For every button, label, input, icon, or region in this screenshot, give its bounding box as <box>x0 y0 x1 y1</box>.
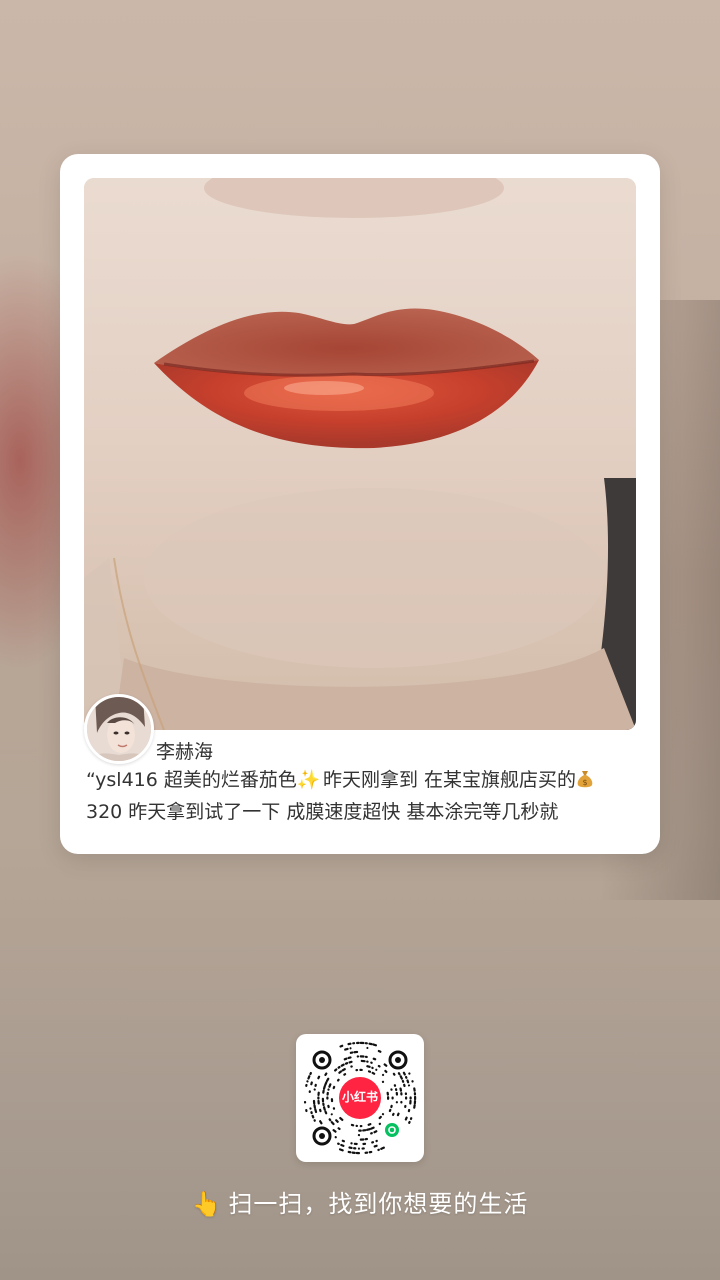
sparkles-icon: ✨ <box>296 769 321 791</box>
qr-code[interactable]: 小红书 <box>296 1034 424 1162</box>
note-caption: “ysl416 超美的烂番茄色✨ 昨天刚拿到 在某宝旗舰店买的 $ 320 昨天拿… <box>86 764 646 828</box>
caption-line-2: 320 昨天拿到试了一下 成膜速度超快 基本涂完等几秒就 <box>86 801 559 823</box>
caption-text-1b: 昨天刚拿到 在某宝旗舰店买的 <box>316 769 576 791</box>
author-avatar[interactable] <box>84 694 154 764</box>
pointing-hand-icon: 👆 <box>191 1190 223 1218</box>
note-photo <box>84 178 636 730</box>
scan-prompt-text: 扫一扫，找到你想要的生活 <box>228 1190 529 1218</box>
svg-text:$: $ <box>582 778 587 787</box>
author-name[interactable]: 李赫海 <box>156 737 213 764</box>
scan-prompt: 👆 扫一扫，找到你想要的生活 <box>0 1184 720 1219</box>
caption-text-1a: “ysl416 超美的烂番茄色 <box>86 769 297 791</box>
caption-line-1: “ysl416 超美的烂番茄色✨ 昨天刚拿到 在某宝旗舰店买的 $ <box>86 764 646 796</box>
money-bag-icon: $ <box>577 771 593 788</box>
mini-program-icon <box>385 1123 399 1137</box>
qr-badge-label: 小红书 <box>341 1090 378 1104</box>
note-card[interactable]: 李赫海 “ysl416 超美的烂番茄色✨ 昨天刚拿到 在某宝旗舰店买的 $ 320… <box>60 154 660 854</box>
